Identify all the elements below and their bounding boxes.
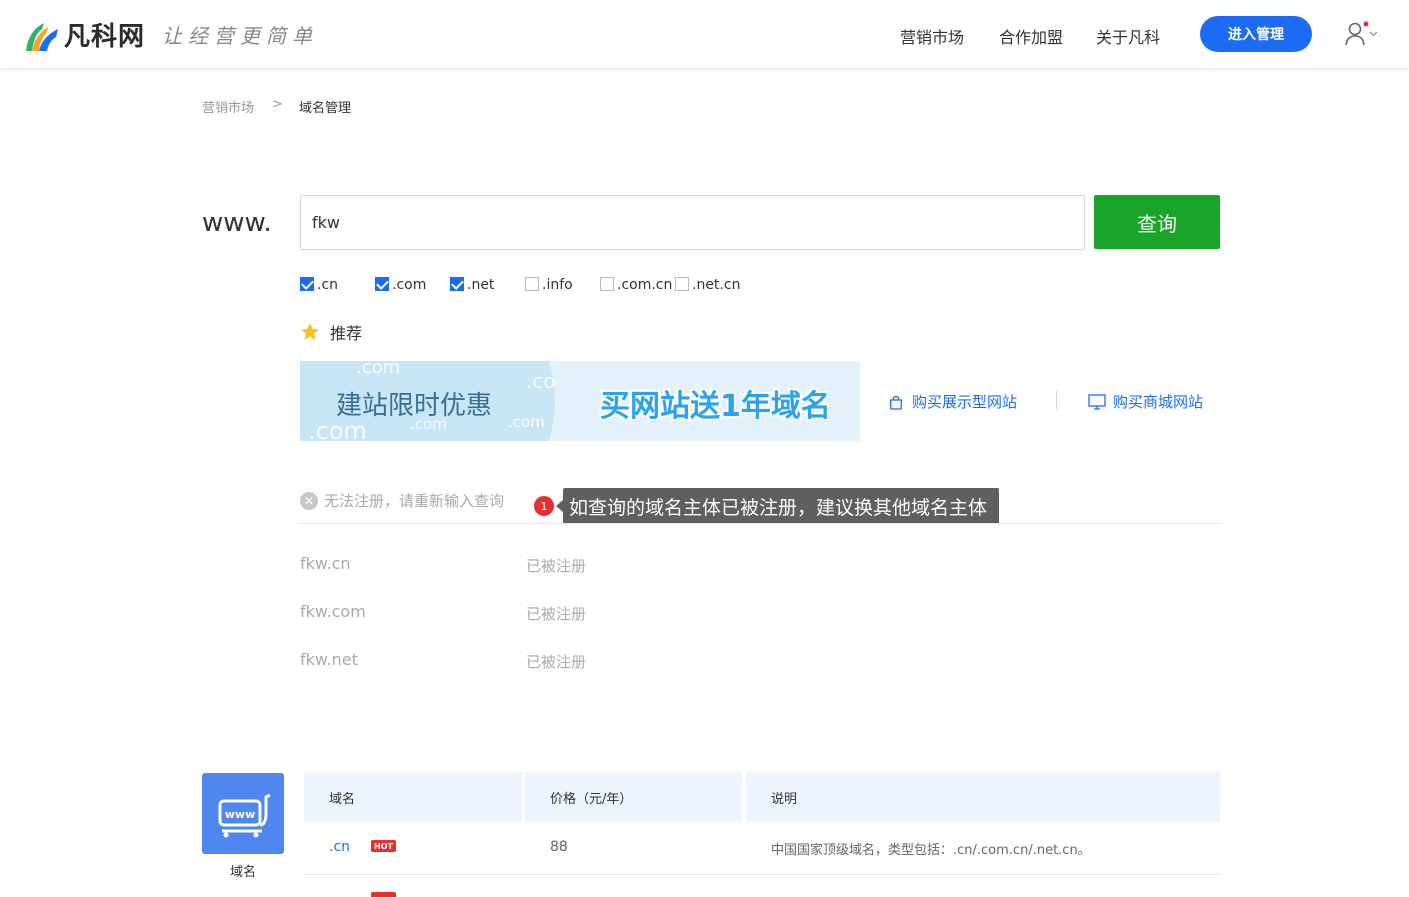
tld-label: .com	[392, 277, 427, 293]
hot-badge-partial	[371, 892, 396, 897]
domain-icon-label: 域名	[229, 865, 256, 880]
buy-display-site-link[interactable]: 购买展示型网站	[888, 391, 1017, 412]
star-icon	[301, 323, 319, 340]
nav-partner[interactable]: 合作加盟	[999, 24, 1063, 48]
search-button[interactable]: 查询	[1094, 195, 1220, 249]
checkbox-unchecked-icon	[600, 277, 614, 291]
table-row-divider	[304, 874, 1220, 875]
link-divider	[1056, 391, 1057, 409]
banner-watermark-com: .com	[508, 413, 545, 431]
nav-about[interactable]: 关于凡科	[1096, 24, 1160, 48]
promo-banner[interactable]: .com .co .com .com .com 建站限时优惠 买网站送1年域名	[300, 361, 860, 441]
tld-checkbox-info[interactable]: .info	[525, 277, 573, 293]
result-domain: fkw.cn	[300, 554, 351, 573]
table-header-desc: 说明	[746, 772, 1220, 822]
hint-tooltip: 如查询的域名主体已被注册，建议换其他域名主体	[555, 488, 1000, 524]
tld-label: .cn	[317, 277, 339, 293]
user-icon	[1345, 21, 1378, 46]
result-divider	[300, 523, 1220, 524]
checkbox-checked-icon	[375, 277, 389, 291]
logo[interactable]: 凡科网	[22, 16, 145, 53]
tld-label: .net.cn	[692, 277, 741, 293]
logo-icon	[22, 17, 60, 53]
checkbox-checked-icon	[450, 277, 464, 291]
user-menu[interactable]	[1345, 21, 1385, 47]
buy-mall-site-link[interactable]: 购买商城网站	[1088, 391, 1203, 412]
logo-text: 凡科网	[64, 22, 146, 52]
result-status: 已被注册	[526, 605, 587, 623]
domain-cart-icon: www	[202, 773, 284, 854]
monitor-icon	[1088, 393, 1106, 410]
table-cell-price: 88	[550, 839, 568, 855]
tld-checkbox-com[interactable]: .com	[375, 277, 426, 293]
banner-left-text: 建站限时优惠	[336, 391, 493, 421]
recommend-label: 推荐	[330, 324, 363, 343]
tld-label: .net	[467, 277, 495, 293]
banner-right-text: 买网站送1年域名	[600, 389, 831, 424]
tooltip-badge: 1	[534, 496, 554, 516]
buy-mall-site-label: 购买商城网站	[1113, 393, 1204, 411]
breadcrumb-separator: >	[272, 97, 283, 112]
close-circle-icon: ✕	[300, 491, 318, 510]
register-error-text: 无法注册，请重新输入查询	[324, 492, 505, 510]
banner-watermark-com: .co	[526, 369, 556, 393]
svg-text:www: www	[225, 808, 256, 821]
nav-marketing[interactable]: 营销市场	[900, 24, 964, 48]
result-status: 已被注册	[526, 557, 587, 575]
result-status: 已被注册	[526, 653, 587, 671]
breadcrumb-parent[interactable]: 营销市场	[202, 97, 254, 116]
result-domain: fkw.net	[300, 650, 358, 669]
checkbox-unchecked-icon	[525, 277, 539, 291]
slogan: 让经营更简单	[162, 24, 318, 48]
table-header-price: 价格（元/年）	[525, 772, 742, 822]
banner-watermark-com: .com	[356, 361, 401, 378]
tld-checkbox-com-cn[interactable]: .com.cn	[600, 277, 672, 293]
checkbox-unchecked-icon	[675, 277, 689, 291]
tld-checkbox-cn[interactable]: .cn	[300, 277, 338, 293]
tld-checkbox-net[interactable]: .net	[450, 277, 494, 293]
enter-management-button[interactable]: 进入管理	[1200, 16, 1312, 52]
bag-icon	[889, 395, 903, 410]
buy-display-site-label: 购买展示型网站	[912, 393, 1018, 411]
table-header-domain: 域名	[304, 772, 522, 822]
top-header: 凡科网 让经营更简单 营销市场 合作加盟 关于凡科 进入管理	[0, 0, 1409, 68]
www-prefix: www.	[202, 208, 272, 238]
tld-label: .info	[542, 277, 573, 293]
domain-search-input[interactable]	[300, 195, 1085, 250]
tld-label: .com.cn	[617, 277, 673, 293]
result-domain: fkw.com	[300, 602, 366, 621]
tld-checkbox-net-cn[interactable]: .net.cn	[675, 277, 740, 293]
recommend-heading: 推荐	[300, 320, 362, 344]
table-cell-tld[interactable]: .cn	[329, 839, 350, 855]
table-cell-desc: 中国国家顶级域名，类型包括：.cn/.com.cn/.net.cn。	[771, 843, 1091, 858]
register-error: ✕ 无法注册，请重新输入查询	[300, 490, 504, 511]
checkbox-checked-icon	[300, 277, 314, 291]
hot-badge: HOT	[371, 840, 396, 852]
breadcrumb-current: 域名管理	[299, 101, 352, 116]
